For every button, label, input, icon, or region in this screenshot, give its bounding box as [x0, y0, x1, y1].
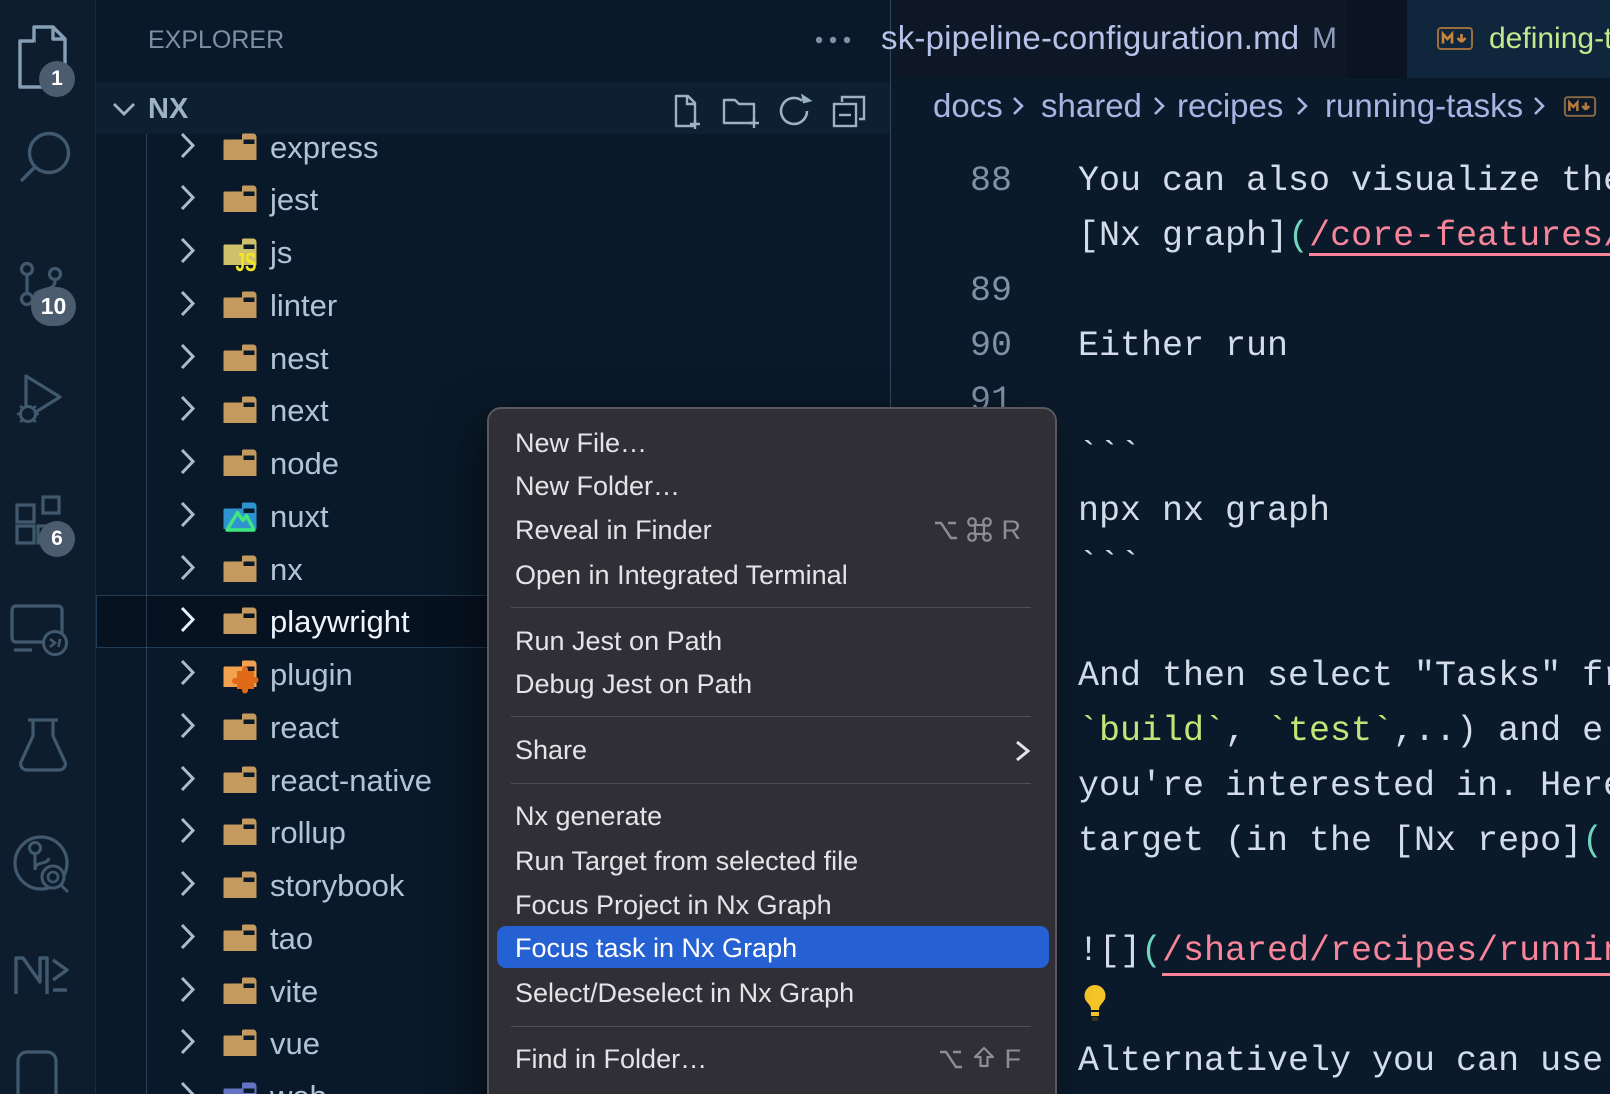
svg-text:JS: JS	[236, 247, 257, 277]
